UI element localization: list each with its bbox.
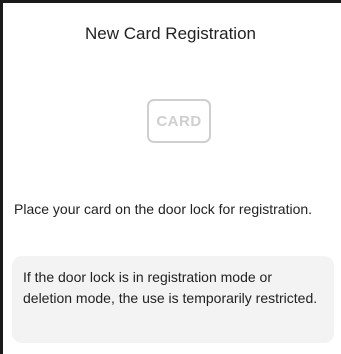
notice-box: If the door lock is in registration mode…: [12, 256, 334, 343]
notice-text: If the door lock is in registration mode…: [23, 269, 318, 306]
page-title: New Card Registration: [84, 24, 256, 43]
card-icon-label: CARD: [156, 112, 202, 130]
card-icon: CARD: [147, 99, 211, 143]
instruction-text: Place your card on the door lock for reg…: [14, 201, 313, 217]
